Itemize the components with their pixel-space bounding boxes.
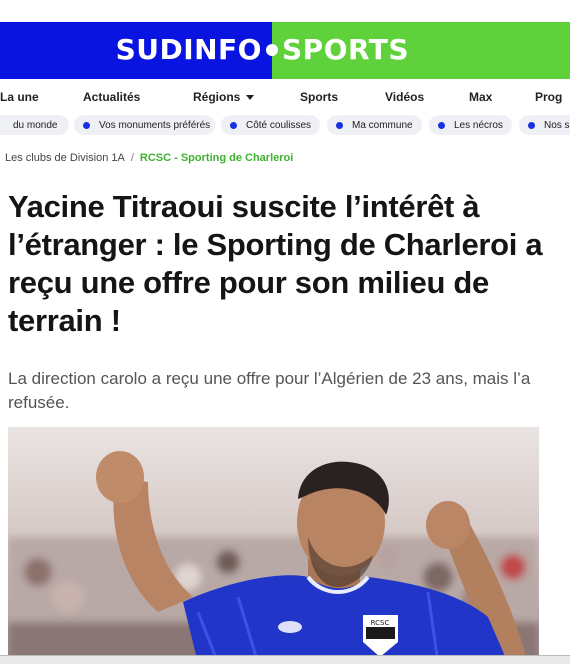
chevron-down-icon: [246, 95, 255, 101]
chip-label: Les nécros: [454, 119, 503, 131]
chip-label: Côté coulisses: [246, 119, 312, 131]
article-hero-image[interactable]: RCSC: [8, 427, 539, 663]
chip-dot-icon: [83, 121, 90, 129]
chip-label: du monde: [13, 119, 58, 131]
jersey-badge-label: RCSC: [371, 619, 390, 627]
chip-cote-coulisses[interactable]: Côté coulisses: [221, 115, 320, 135]
nav-item-regions-label: Régions: [193, 90, 241, 104]
site-logo-sports[interactable]: SPORTS: [282, 35, 409, 65]
site-banner: SUDINFO SPORTS: [0, 22, 570, 79]
nav-item-actualites[interactable]: Actualités: [83, 90, 140, 104]
nav-item-videos[interactable]: Vidéos: [385, 90, 424, 104]
logo-dot-icon: [266, 44, 278, 56]
chip-du-monde[interactable]: du monde: [0, 115, 69, 135]
player-left-fist: [96, 451, 144, 503]
chip-vos-monuments[interactable]: Vos monuments préférés: [74, 115, 215, 135]
chip-nos-sports[interactable]: Nos s: [519, 115, 570, 135]
breadcrumb-item-rcsc[interactable]: RCSC - Sporting de Charleroi: [140, 152, 293, 164]
chip-dot-icon: [230, 121, 237, 129]
nav-item-regions[interactable]: Régions: [193, 90, 255, 104]
banner-right: SPORTS: [272, 22, 570, 79]
chip-dot-icon: [336, 121, 343, 129]
main-nav: La une Actualités Régions Sports Vidéos …: [0, 84, 570, 110]
article-lede: La direction carolo a reçu une offre pou…: [8, 369, 531, 412]
chip-dot-icon: [438, 121, 445, 129]
breadcrumb-item-division-1a[interactable]: Les clubs de Division 1A: [5, 152, 125, 164]
nav-item-programmes[interactable]: Prog: [535, 90, 562, 104]
breadcrumb: Les clubs de Division 1A / RCSC - Sporting…: [5, 152, 293, 164]
breadcrumb-separator: /: [130, 152, 134, 164]
chip-label: Vos monuments préférés: [99, 119, 211, 131]
nav-item-max[interactable]: Max: [469, 90, 492, 104]
jersey-sponsor-icon: [278, 621, 302, 633]
topic-chips: du monde Vos monuments préférés Côté cou…: [0, 113, 570, 137]
site-logo-sudinfo[interactable]: SUDINFO: [116, 35, 262, 65]
chip-label: Ma commune: [352, 119, 413, 131]
nav-item-sports[interactable]: Sports: [300, 90, 338, 104]
player-right-fist: [426, 501, 470, 549]
article-title: Yacine Titraoui suscite l’intérêt à l’ét…: [8, 189, 543, 338]
chip-label: Nos s: [544, 119, 570, 131]
chip-les-necros[interactable]: Les nécros: [429, 115, 512, 135]
chip-dot-icon: [528, 121, 535, 129]
banner-left: SUDINFO: [0, 22, 272, 79]
hero-photo-illustration: RCSC: [8, 427, 539, 663]
nav-item-la-une[interactable]: La une: [0, 90, 39, 104]
chip-ma-commune[interactable]: Ma commune: [327, 115, 422, 135]
